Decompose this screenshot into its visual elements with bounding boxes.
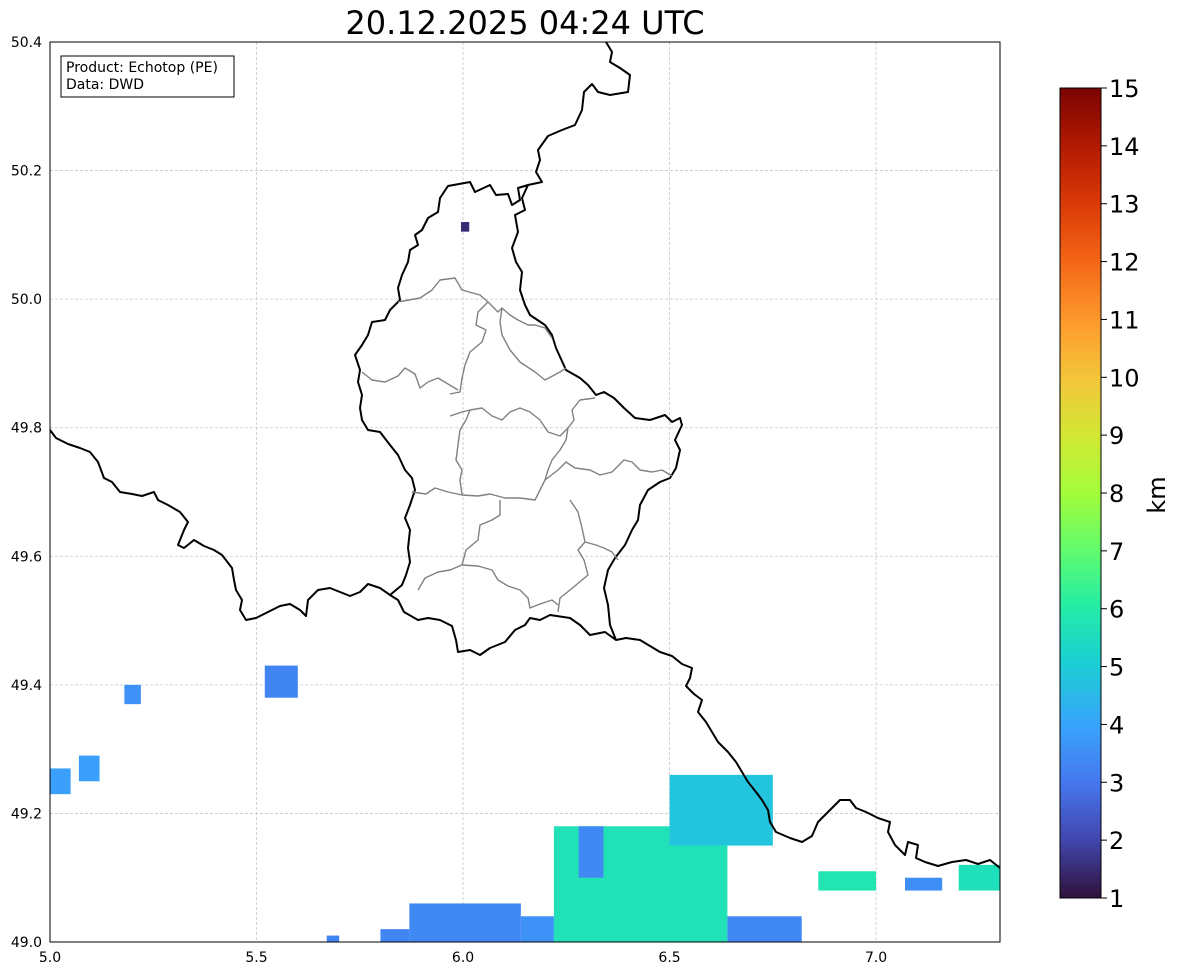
colorbar-unit-label: km [1143,476,1171,513]
echo-cell [50,768,71,795]
colorbar-tick-label: 2 [1109,827,1124,855]
colorbar-tick-labels: 123456789101112131415 [1101,75,1140,913]
echo-cell [326,935,340,942]
y-tick-label: 49.8 [11,421,42,437]
x-tick-label: 6.5 [658,950,680,966]
colorbar-tick-label: 4 [1109,711,1124,739]
y-tick-label: 49.6 [11,549,42,565]
colorbar-tick-label: 14 [1109,133,1140,161]
plot-background [50,42,1000,942]
colorbar: 123456789101112131415 km [1059,75,1171,913]
colorbar-tick-label: 1 [1109,885,1124,913]
map-title: 20.12.2025 04:24 UTC [345,4,704,42]
x-tick-label: 7.0 [865,950,887,966]
colorbar-tick-label: 9 [1109,422,1124,450]
echo-cell [460,222,470,232]
echo-cell [905,877,943,891]
echo-cell [409,903,521,942]
colorbar-tick-label: 12 [1109,249,1140,277]
echo-cell [727,916,802,942]
y-tick-label: 49.4 [11,678,42,694]
echo-cell [124,684,141,705]
product-label: Product: Echotop (PE) [66,60,218,76]
colorbar-tick-label: 15 [1109,75,1140,103]
map-plot-area: 5.0 5.5 6.0 6.5 7.0 49.0 49.2 49.4 49.6 49.8 50.0 5… [11,35,1001,966]
echo-cell [669,774,773,846]
x-tick-label: 6.0 [452,950,474,966]
radar-echotop-map: 20.12.2025 04:24 UTC 5.0 5.5 6.0 6.5 7.0 49.0… [11,4,1171,966]
y-tick-label: 49.2 [11,806,42,822]
y-tick-label: 50.0 [11,292,42,308]
echo-cell [78,755,100,782]
colorbar-tick-label: 5 [1109,654,1124,682]
colorbar-tick-label: 8 [1109,480,1124,508]
y-tick-label: 49.0 [11,935,42,951]
colorbar-tick-label: 10 [1109,364,1140,392]
data-source-label: Data: DWD [66,77,144,93]
colorbar-gradient [1059,87,1102,899]
info-box: Product: Echotop (PE) Data: DWD [60,55,235,98]
echo-cell [958,864,1000,891]
echo-cell [578,826,604,878]
colorbar-tick-label: 13 [1109,191,1140,219]
colorbar-tick-label: 6 [1109,596,1124,624]
colorbar-tick-label: 7 [1109,538,1124,566]
y-tick-label: 50.4 [11,35,42,51]
colorbar-tick-label: 11 [1109,306,1140,334]
y-tick-label: 50.2 [11,164,42,180]
x-tick-label: 5.5 [245,950,267,966]
colorbar-tick-label: 3 [1109,769,1124,797]
x-tick-label: 5.0 [39,950,61,966]
echo-cell [264,665,298,698]
echo-cell [818,871,877,891]
echo-cell [520,916,554,942]
echo-cell [380,929,410,942]
